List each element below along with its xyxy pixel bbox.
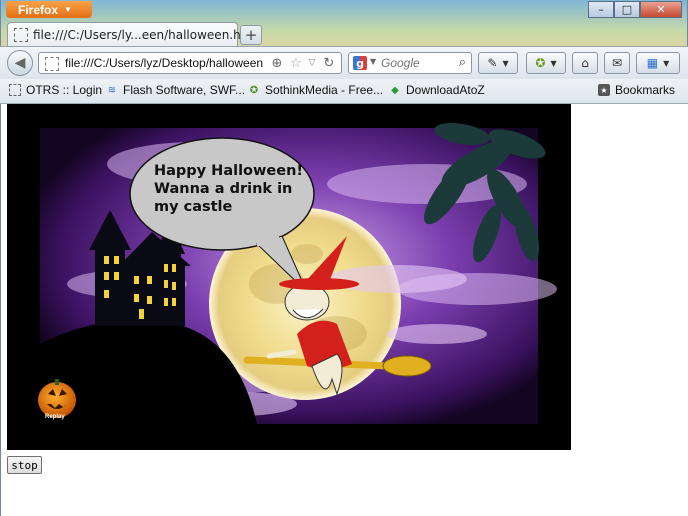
maximize-button[interactable]: □: [614, 1, 640, 18]
close-button[interactable]: ✕: [640, 1, 682, 18]
feed-icon[interactable]: ⊕: [269, 55, 285, 71]
search-input[interactable]: [381, 54, 451, 72]
plus-icon: +: [244, 26, 258, 44]
download-icon: ◆: [391, 84, 399, 96]
chevron-down-icon: ▼: [502, 58, 509, 68]
chevron-down-icon: ▼: [550, 58, 557, 68]
halloween-scene: [7, 104, 571, 450]
navigation-toolbar: ◀ ⊕ ☆ ▽ ↻ g ▼ ⌕ ✎▼ ✪▼ ⌂ ✉ ▦▼: [0, 46, 688, 79]
bookmarks-menu-label: Bookmarks: [615, 83, 676, 97]
flash-animation[interactable]: Happy Halloween! Wanna a drink in my cas…: [7, 104, 571, 450]
replay-button[interactable]: Replay: [45, 414, 65, 420]
bookmark-item[interactable]: ✪ SothinkMedia - Free...: [248, 83, 383, 97]
bookmarks-icon: ★: [598, 84, 610, 96]
reload-icon[interactable]: ↻: [321, 55, 337, 71]
page-content: Happy Halloween! Wanna a drink in my cas…: [5, 104, 688, 516]
bookmarks-menu-button[interactable]: ★ Bookmarks: [598, 83, 675, 97]
minimize-button[interactable]: –: [588, 1, 614, 18]
bookmark-label: Flash Software, SWF...: [123, 83, 246, 97]
page-icon: [9, 84, 21, 96]
bookmark-label: SothinkMedia - Free...: [265, 83, 384, 97]
pen-tool-icon: ✎: [487, 56, 498, 70]
url-input[interactable]: [65, 54, 265, 72]
bubble-line: my castle: [154, 199, 233, 215]
google-search-engine-icon[interactable]: g: [353, 56, 367, 70]
chevron-down-icon: ▼: [64, 5, 72, 14]
sothink-icon: ✪: [249, 84, 259, 96]
new-tab-button[interactable]: +: [240, 25, 262, 45]
url-bar[interactable]: ⊕ ☆ ▽ ↻: [38, 52, 342, 74]
engine-dropdown-icon[interactable]: ▼: [370, 57, 376, 66]
bookmark-item[interactable]: ≋ Flash Software, SWF...: [106, 83, 245, 97]
window-controls: – □ ✕: [588, 1, 682, 18]
bookmarks-toolbar: OTRS :: Login ≋ Flash Software, SWF... ✪…: [0, 79, 688, 104]
bubble-line: Wanna a drink in: [154, 181, 293, 197]
back-button[interactable]: ◀: [7, 50, 33, 76]
speech-bubble-text: Happy Halloween! Wanna a drink in my cas…: [154, 162, 314, 216]
bubble-line: Happy Halloween!: [154, 163, 304, 179]
grid-icon: ▦: [646, 56, 659, 70]
bookmark-label: OTRS :: Login: [26, 83, 103, 97]
flash-icon: ≋: [107, 84, 117, 96]
browser-window: Firefox ▼ – □ ✕ file:///C:/Users/ly...ee…: [0, 0, 688, 516]
search-icon[interactable]: ⌕: [459, 55, 466, 70]
sothink-toolbar-button[interactable]: ✪ ▼: [526, 52, 566, 74]
home-button[interactable]: ⌂: [572, 52, 598, 74]
url-history-dropdown-icon[interactable]: ▽: [304, 55, 320, 71]
broom-bristles: [382, 355, 432, 377]
addons-menu-button[interactable]: ▦ ▼: [636, 52, 680, 74]
home-icon: ⌂: [581, 56, 589, 70]
minimize-icon: –: [598, 3, 604, 16]
maximize-icon: □: [621, 3, 633, 16]
site-identity-icon: [45, 57, 59, 71]
arrow-left-icon: ◀: [14, 55, 26, 71]
mail-button[interactable]: ✉: [604, 52, 630, 74]
badge-icon: ✪: [535, 56, 546, 70]
bookmark-item[interactable]: OTRS :: Login: [9, 83, 102, 97]
page-icon: [14, 27, 28, 42]
tab-title: file:///C:/Users/ly...een/halloween.html: [33, 27, 261, 42]
addon-toolbar-button[interactable]: ✎ ▼: [478, 52, 518, 74]
envelope-icon: ✉: [611, 56, 623, 70]
stop-button[interactable]: stop: [7, 456, 42, 474]
close-icon: ✕: [656, 3, 666, 16]
tab-halloween[interactable]: file:///C:/Users/ly...een/halloween.html: [7, 22, 260, 46]
firefox-menu-label: Firefox: [18, 2, 59, 17]
bookmark-label: DownloadAtoZ: [406, 83, 485, 97]
firefox-menu-button[interactable]: Firefox ▼: [6, 1, 92, 18]
bookmark-item[interactable]: ◆ DownloadAtoZ: [389, 83, 485, 97]
chevron-down-icon: ▼: [663, 58, 670, 68]
search-bar[interactable]: g ▼ ⌕: [348, 52, 472, 74]
star-icon[interactable]: ☆: [288, 55, 304, 71]
